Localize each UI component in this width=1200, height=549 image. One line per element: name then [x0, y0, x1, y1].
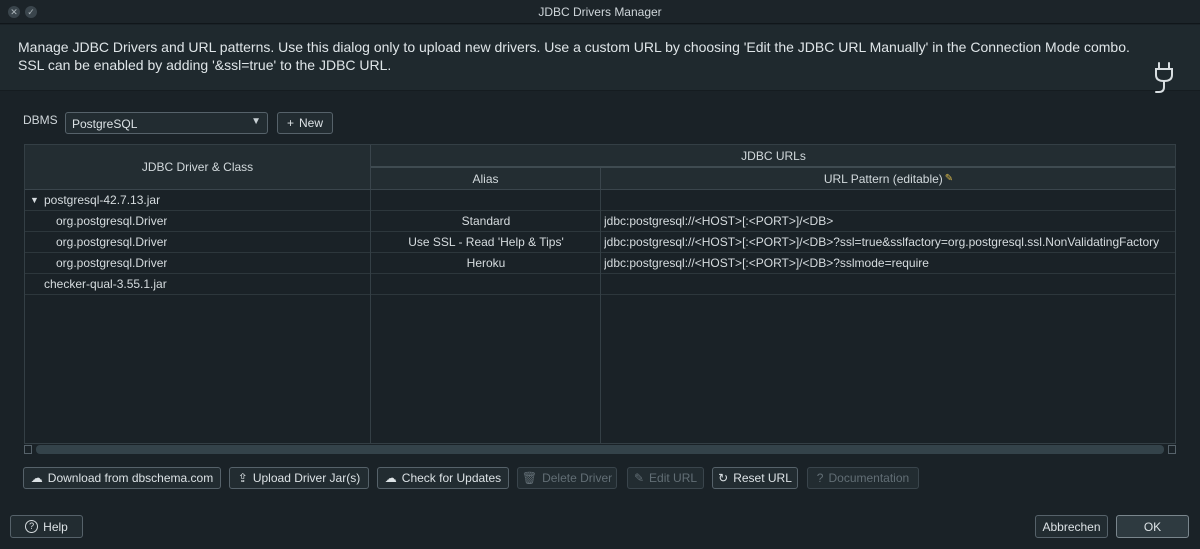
edit-url-button[interactable]: ✎ Edit URL	[627, 467, 704, 489]
driver-cell: org.postgresql.Driver	[56, 235, 168, 249]
driver-cell: org.postgresql.Driver	[56, 256, 168, 270]
drivers-table: JDBC Driver & Class JDBC URLs Alias URL …	[24, 144, 1176, 444]
url-cell[interactable]: jdbc:postgresql://<HOST>[:<PORT>]/<DB>?s…	[604, 253, 929, 274]
help-label: Help	[43, 519, 68, 534]
header-alias[interactable]: Alias	[371, 168, 601, 190]
plug-icon	[1155, 62, 1173, 93]
alias-cell: Heroku	[466, 256, 506, 270]
chevron-down-icon: ▼	[251, 116, 261, 127]
expand-triangle-icon[interactable]: ▼	[30, 190, 39, 211]
dbms-label: DBMS	[23, 113, 58, 127]
alias-cell: Use SSL - Read 'Help & Tips'	[408, 235, 564, 249]
help-icon: ?	[25, 520, 39, 533]
column-divider	[370, 190, 371, 443]
driver-cell: checker-qual-3.55.1.jar	[44, 277, 167, 291]
dbms-select[interactable]: PostgreSQL ▼	[65, 112, 268, 134]
check-updates-button[interactable]: ☁ Check for Updates	[377, 467, 509, 489]
info-banner: Manage JDBC Drivers and URL patterns. Us…	[0, 25, 1200, 93]
upload-driver-button[interactable]: ⇪ Upload Driver Jar(s)	[229, 467, 369, 489]
cancel-button[interactable]: Abbrechen	[1035, 515, 1108, 538]
reset-icon: ↻	[718, 471, 729, 485]
title-bar: ✕ ✓ JDBC Drivers Manager	[0, 0, 1200, 24]
cloud-download-icon: ☁	[30, 471, 43, 485]
scroll-left-button[interactable]	[24, 445, 32, 454]
cloud-check-icon: ☁	[384, 471, 397, 485]
reset-url-button[interactable]: ↻ Reset URL	[712, 467, 798, 489]
delete-driver-button[interactable]: 🗑 Delete Driver	[517, 467, 617, 489]
info-line-2: SSL can be enabled by adding '&ssl=true'…	[18, 57, 392, 73]
scrollbar-thumb[interactable]	[36, 445, 1164, 454]
url-cell[interactable]: jdbc:postgresql://<HOST>[:<PORT>]/<DB>	[604, 211, 833, 232]
pencil-icon: ✎	[633, 471, 645, 485]
delete-driver-label: Delete Driver	[542, 471, 613, 485]
header-url-pattern-label: URL Pattern (editable)	[823, 171, 943, 186]
check-updates-label: Check for Updates	[401, 471, 502, 485]
edit-url-label: Edit URL	[649, 471, 698, 485]
window-title: JDBC Drivers Manager	[538, 5, 662, 19]
horizontal-scrollbar[interactable]	[24, 444, 1176, 456]
scroll-right-button[interactable]	[1168, 445, 1176, 454]
driver-cell: postgresql-42.7.13.jar	[44, 193, 161, 207]
header-jdbc-urls: JDBC URLs	[371, 145, 1175, 168]
documentation-label: Documentation	[828, 471, 910, 485]
documentation-button[interactable]: ? Documentation	[807, 467, 919, 489]
header-driver-class[interactable]: JDBC Driver & Class	[25, 145, 371, 190]
upload-label: Upload Driver Jar(s)	[252, 471, 361, 485]
reset-url-label: Reset URL	[733, 471, 792, 485]
plus-icon: +	[286, 116, 294, 130]
info-line-1: Manage JDBC Drivers and URL patterns. Us…	[18, 39, 1130, 55]
edit-pencil-icon: ✎	[944, 173, 954, 184]
header-url-pattern[interactable]: URL Pattern (editable) ✎	[601, 168, 1175, 190]
trash-icon: 🗑	[521, 471, 538, 485]
alias-cell: Standard	[461, 214, 511, 228]
new-dbms-label: New	[299, 116, 324, 130]
ok-button[interactable]: OK	[1116, 515, 1189, 538]
driver-cell: org.postgresql.Driver	[56, 214, 168, 228]
info-text: Manage JDBC Drivers and URL patterns. Us…	[18, 38, 1148, 74]
upload-icon: ⇪	[237, 471, 248, 485]
help-circle-icon: ?	[816, 471, 824, 485]
new-dbms-button[interactable]: + New	[277, 112, 333, 134]
help-button[interactable]: ? Help	[10, 515, 83, 538]
download-label: Download from dbschema.com	[47, 471, 214, 485]
download-button[interactable]: ☁ Download from dbschema.com	[23, 467, 221, 489]
column-divider	[600, 190, 601, 443]
url-cell[interactable]: jdbc:postgresql://<HOST>[:<PORT>]/<DB>?s…	[604, 232, 1175, 253]
dbms-select-value: PostgreSQL	[72, 117, 138, 131]
